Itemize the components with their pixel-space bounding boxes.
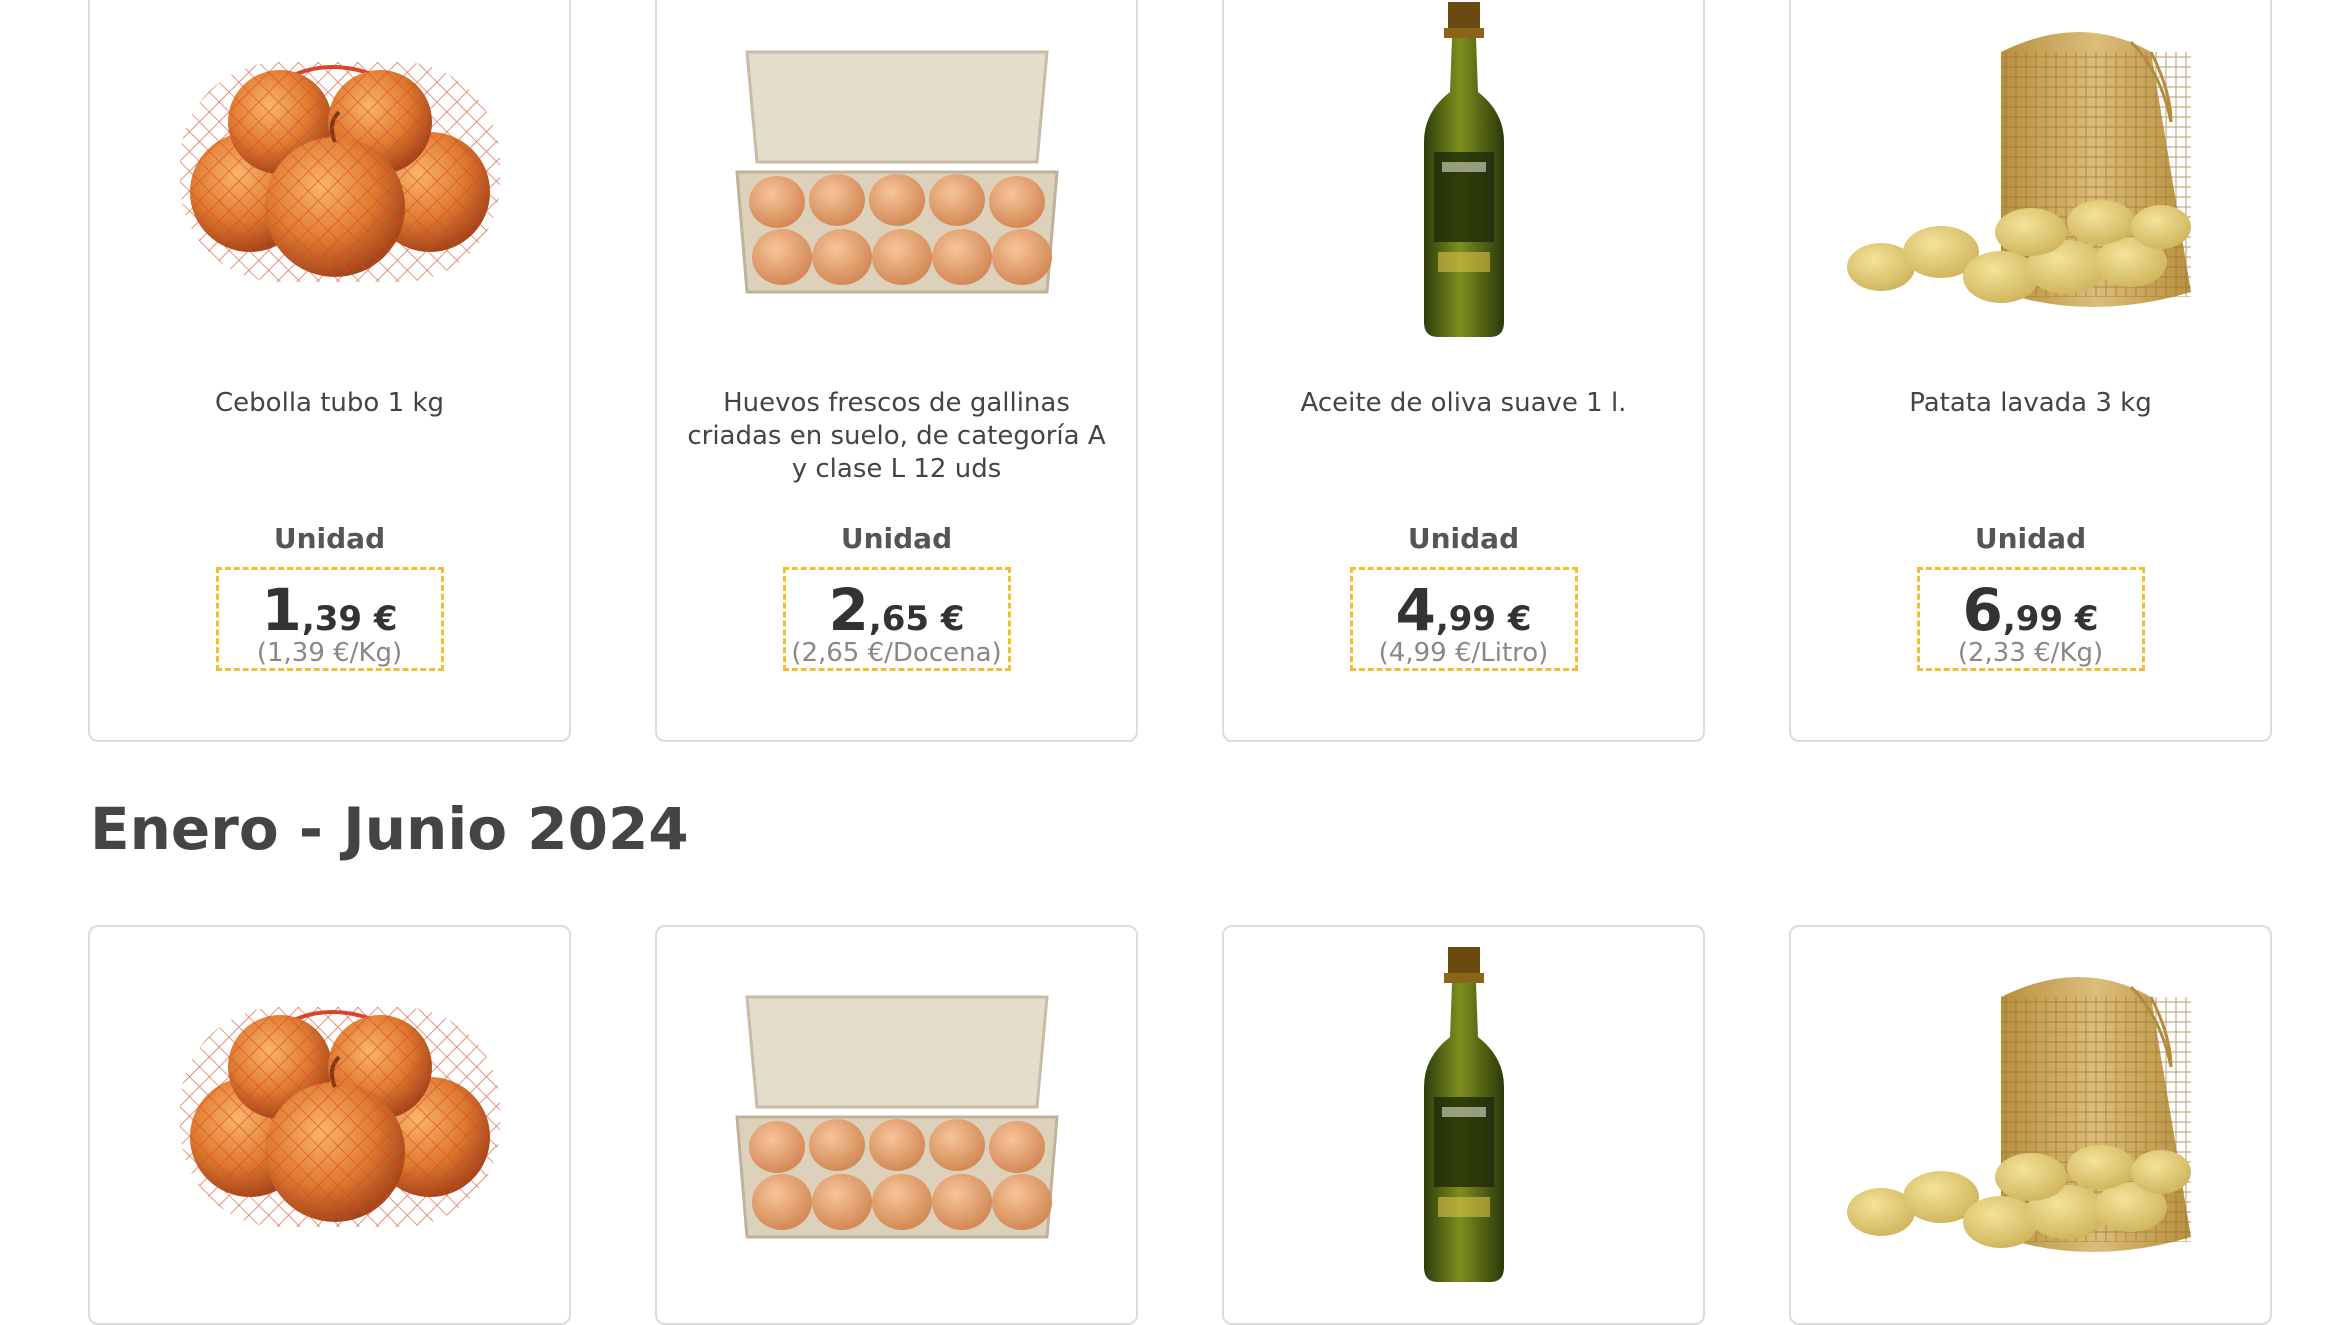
product-name: Huevos frescos de gallinas criadas en su… [687, 388, 1106, 484]
product-unit: Unidad [1974, 522, 2087, 555]
unit-price: (2,33 €/Kg) [1957, 638, 2104, 668]
product-unit: Unidad [1407, 522, 1520, 555]
price-integer: 1 [261, 576, 302, 644]
price-integer: 2 [828, 576, 869, 644]
egg-carton-image [657, 2, 1136, 342]
section-title: Enero - Junio 2024 [90, 795, 689, 863]
olive-oil-bottle-image [1224, 947, 1703, 1287]
product-name: Cebolla tubo 1 kg [215, 388, 444, 418]
price-box: 6,99 € (2,33 €/Kg) [1916, 567, 2145, 671]
product-unit: Unidad [273, 522, 386, 555]
price: 4,99 € [1353, 576, 1575, 644]
price-box: 4,99 € (4,99 €/Litro) [1349, 567, 1578, 671]
product-card[interactable] [1222, 925, 1705, 1325]
onion-bag-image [90, 947, 569, 1287]
product-card[interactable] [655, 925, 1138, 1325]
unit-price: (2,65 €/Docena) [791, 638, 1002, 668]
potato-sack-image [1791, 947, 2270, 1287]
price-integer: 6 [1962, 576, 2003, 644]
price-decimal: ,99 € [1435, 599, 1532, 639]
price: 2,65 € [786, 576, 1008, 644]
product-name: Aceite de oliva suave 1 l. [1300, 388, 1627, 418]
price-integer: 4 [1395, 576, 1436, 644]
product-card[interactable] [1789, 925, 2272, 1325]
egg-carton-image [657, 947, 1136, 1287]
product-card[interactable]: Cebolla tubo 1 kg Unidad 1,39 € (1,39 €/… [88, 0, 571, 742]
price: 6,99 € [1920, 576, 2142, 644]
olive-oil-bottle-image [1224, 2, 1703, 342]
potato-sack-image [1791, 2, 2270, 342]
product-name: Patata lavada 3 kg [1909, 388, 2152, 418]
onion-bag-image [90, 2, 569, 342]
product-card[interactable]: Aceite de oliva suave 1 l. Unidad 4,99 €… [1222, 0, 1705, 742]
product-unit: Unidad [840, 522, 953, 555]
product-card[interactable]: Patata lavada 3 kg Unidad 6,99 € (2,33 €… [1789, 0, 2272, 742]
price-decimal: ,39 € [301, 599, 398, 639]
price-box: 2,65 € (2,65 €/Docena) [782, 567, 1011, 671]
price-decimal: ,65 € [868, 599, 965, 639]
price-decimal: ,99 € [2002, 599, 2099, 639]
price: 1,39 € [219, 576, 441, 644]
product-card[interactable]: Huevos frescos de gallinas criadas en su… [655, 0, 1138, 742]
unit-price: (4,99 €/Litro) [1378, 638, 1549, 668]
product-card[interactable] [88, 925, 571, 1325]
price-box: 1,39 € (1,39 €/Kg) [215, 567, 444, 671]
unit-price: (1,39 €/Kg) [256, 638, 403, 668]
